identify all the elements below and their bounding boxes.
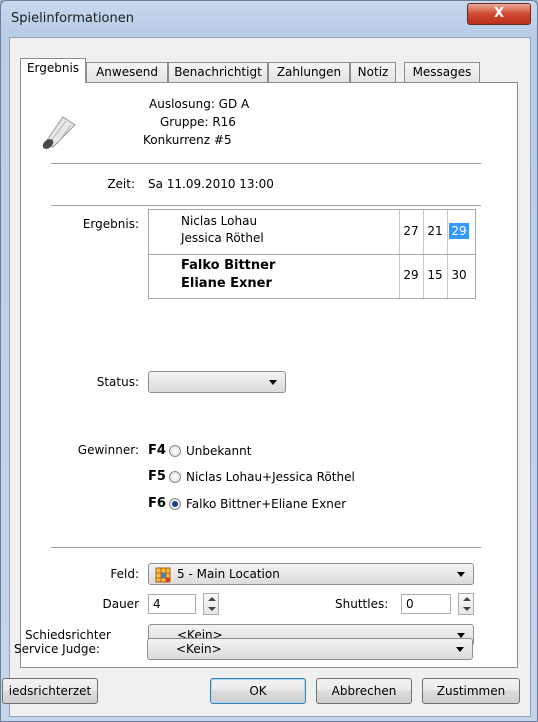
team1-player1: Niclas Lohau: [181, 214, 258, 228]
shuttles-input[interactable]: 0: [401, 594, 451, 614]
status-dropdown[interactable]: [148, 371, 286, 393]
arrow-up-icon: [463, 597, 471, 601]
result-table[interactable]: Niclas Lohau Jessica Röthel 27 21 29 Fal…: [148, 209, 476, 299]
abbrechen-button[interactable]: Abbrechen: [316, 678, 412, 704]
gewinner-key-f6: F6: [148, 496, 166, 511]
ergebnis-label: Ergebnis:: [82, 217, 139, 231]
separator: [51, 205, 481, 207]
zeit-value: Sa 11.09.2010 13:00: [148, 177, 274, 191]
schiedsrichter-label: Schiedsrichter: [25, 628, 111, 642]
ergebnis-panel: Auslosung: GD A Gruppe: R16 Konkurrenz #…: [20, 82, 518, 668]
team2-score-set2[interactable]: 15: [425, 268, 445, 282]
zeit-label: Zeit:: [107, 177, 135, 191]
service-judge-label: Service Judge:: [14, 642, 100, 656]
team2-score-set3[interactable]: 30: [449, 268, 469, 282]
dialog-window: Spielinformationen X Ergebnis Anwesend B…: [0, 0, 538, 722]
dauer-input[interactable]: 4: [148, 594, 196, 614]
team1-score-set3[interactable]: 29: [449, 223, 469, 239]
team2-score-set1[interactable]: 29: [401, 268, 421, 282]
tab-anwesend[interactable]: Anwesend: [86, 62, 168, 82]
title-bar[interactable]: Spielinformationen X: [1, 1, 537, 37]
tab-ergebnis[interactable]: Ergebnis: [20, 58, 86, 83]
team1-score-set2[interactable]: 21: [425, 224, 445, 238]
tab-messages[interactable]: Messages: [404, 62, 480, 82]
dialog-client-area: Ergebnis Anwesend Benachrichtigt Zahlung…: [2, 37, 531, 717]
gewinner-option-team2[interactable]: Falko Bittner+Eliane Exner: [186, 497, 346, 511]
tab-benachrichtigt[interactable]: Benachrichtigt: [168, 62, 268, 82]
feld-label: Feld:: [110, 567, 139, 581]
team2-player1: Falko Bittner: [181, 258, 276, 273]
row-divider: [149, 254, 475, 255]
close-button[interactable]: X: [467, 3, 531, 25]
separator: [51, 163, 481, 165]
gewinner-option-unbekannt[interactable]: Unbekannt: [186, 444, 251, 458]
dauer-label: Dauer: [102, 597, 139, 611]
feld-value: 5 - Main Location: [177, 567, 280, 581]
tab-zahlungen[interactable]: Zahlungen: [268, 62, 350, 82]
feld-dropdown[interactable]: 5 - Main Location: [148, 563, 474, 585]
dauer-stepper[interactable]: [203, 593, 219, 615]
chevron-down-icon: [269, 380, 277, 385]
arrow-up-icon: [208, 597, 216, 601]
chevron-down-icon: [456, 647, 464, 652]
window-title: Spielinformationen: [11, 11, 134, 26]
ok-button[interactable]: OK: [210, 678, 306, 704]
team1-score-set1[interactable]: 27: [401, 224, 421, 238]
status-label: Status:: [96, 375, 139, 389]
tab-strip: Ergebnis Anwesend Benachrichtigt Zahlung…: [20, 58, 520, 83]
gewinner-radio-team1[interactable]: [169, 471, 181, 483]
zustimmen-button[interactable]: Zustimmen: [422, 678, 520, 704]
service-judge-dropdown[interactable]: <Kein>: [147, 638, 473, 660]
shuttles-stepper[interactable]: [458, 593, 474, 615]
gewinner-option-team1[interactable]: Niclas Lohau+Jessica Röthel: [186, 470, 355, 484]
separator: [51, 547, 481, 549]
gewinner-key-f5: F5: [148, 469, 166, 484]
team2-player2: Eliane Exner: [181, 276, 272, 291]
shuttles-label: Shuttles:: [335, 597, 389, 611]
team1-player2: Jessica Röthel: [181, 231, 264, 245]
schiedsrichterzettel-button[interactable]: iedsrichterzet: [2, 678, 98, 704]
court-grid-icon: [155, 567, 171, 583]
gewinner-radio-team2[interactable]: [169, 498, 181, 510]
konkurrenz-text: Konkurrenz #5: [143, 133, 232, 147]
gewinner-label: Gewinner:: [77, 443, 139, 457]
tab-notiz[interactable]: Notiz: [350, 62, 396, 82]
shuttlecock-icon: [42, 116, 76, 149]
service-judge-value: <Kein>: [176, 642, 222, 656]
arrow-down-icon: [208, 607, 216, 611]
gewinner-key-f4: F4: [148, 443, 166, 458]
arrow-down-icon: [463, 607, 471, 611]
chevron-down-icon: [457, 572, 465, 577]
auslosung-text: Auslosung: GD A: [149, 97, 250, 111]
gewinner-radio-unbekannt[interactable]: [169, 445, 181, 457]
gruppe-text: Gruppe: R16: [160, 115, 236, 129]
